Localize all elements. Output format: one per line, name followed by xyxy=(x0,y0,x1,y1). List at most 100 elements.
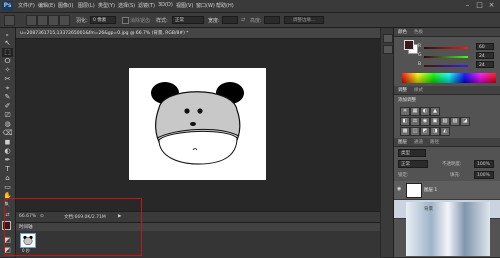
curves-adjust-icon[interactable]: ◐ xyxy=(420,107,430,116)
pen-tool-icon[interactable]: ✒ xyxy=(2,156,13,165)
hue-sat-adjust-icon[interactable]: ⚖ xyxy=(410,117,420,126)
antialias-checkbox[interactable] xyxy=(122,17,129,24)
maximize-button[interactable]: □ xyxy=(474,1,485,10)
status-info-icon[interactable]: ⊙ xyxy=(40,214,44,219)
tab-adjustments[interactable]: 调整 xyxy=(398,87,407,93)
document-tab[interactable]: u=2087361715,1337265001&fm=26&gp=0.jpg @… xyxy=(16,28,380,39)
new-selection-icon[interactable] xyxy=(26,15,37,26)
eye-icon[interactable]: ◉ xyxy=(397,186,401,192)
menu-edit[interactable]: 编辑(E) xyxy=(38,2,55,9)
gradient-icon[interactable]: ◼ xyxy=(2,138,13,147)
marquee-tool-icon[interactable]: ⬚ xyxy=(2,48,13,57)
properties-panel-icon[interactable] xyxy=(383,45,393,54)
swap-dimensions-icon[interactable]: ⇄ xyxy=(241,17,245,23)
blue-slider[interactable] xyxy=(424,65,468,67)
move-tool-icon[interactable]: ↖ xyxy=(2,39,13,48)
vibrance-adjust-icon[interactable]: ◧ xyxy=(400,117,410,126)
dodge-icon[interactable]: ◐ xyxy=(2,147,13,156)
selective-color-adjust-icon[interactable]: ◭ xyxy=(440,127,450,136)
tab-channels[interactable]: 通道 xyxy=(414,139,423,145)
layer-filter-kind[interactable]: 类型 xyxy=(398,149,426,157)
close-button[interactable]: × xyxy=(486,1,497,10)
menu-select[interactable]: 选择(S) xyxy=(118,2,135,9)
foreground-color-swatch[interactable] xyxy=(2,221,11,230)
color-lookup-adjust-icon[interactable]: ◪ xyxy=(460,117,470,126)
add-selection-icon[interactable] xyxy=(37,15,48,26)
opacity-input[interactable]: 100% xyxy=(474,160,494,168)
screen-mode-icon[interactable]: ◩ xyxy=(2,246,13,255)
tab-color[interactable]: 颜色 xyxy=(398,29,407,35)
menu-window[interactable]: 窗口(W) xyxy=(196,2,215,9)
hand-tool-icon[interactable]: ✋ xyxy=(2,192,13,201)
history-brush-icon[interactable]: ◍ xyxy=(2,120,13,129)
blend-mode-select[interactable]: 正常 xyxy=(398,160,428,168)
green-slider[interactable] xyxy=(424,56,468,58)
menu-3d[interactable]: 3D(D) xyxy=(158,2,173,8)
path-select-icon[interactable]: ⌂ xyxy=(2,174,13,183)
zoom-tool-icon[interactable]: 🔍 xyxy=(2,201,13,210)
green-input[interactable]: 24 xyxy=(476,52,494,59)
magic-wand-icon[interactable]: ✧ xyxy=(2,66,13,75)
threshold-adjust-icon[interactable]: ◩ xyxy=(420,127,430,136)
foreground-color-chip[interactable] xyxy=(404,40,414,50)
color-balance-adjust-icon[interactable]: ◉ xyxy=(420,117,430,126)
red-slider[interactable] xyxy=(424,47,468,49)
healing-brush-icon[interactable]: ✎ xyxy=(2,93,13,102)
levels-adjust-icon[interactable]: ▦ xyxy=(410,107,420,116)
red-input[interactable]: 60 xyxy=(476,43,494,50)
posterize-adjust-icon[interactable]: ◫ xyxy=(410,127,420,136)
layer-row[interactable]: 背景 xyxy=(394,200,500,256)
brush-tool-icon[interactable]: ✐ xyxy=(2,102,13,111)
clone-stamp-icon[interactable]: ⎚ xyxy=(2,111,13,120)
invert-adjust-icon[interactable]: ▩ xyxy=(400,127,410,136)
feather-input[interactable]: 0 像素 xyxy=(90,16,116,24)
quick-mask-icon[interactable]: ◩ xyxy=(2,236,13,245)
subtract-selection-icon[interactable] xyxy=(48,15,59,26)
width-input[interactable] xyxy=(222,16,238,24)
refine-edge-button[interactable]: 调整边缘... xyxy=(284,16,324,24)
menu-help[interactable]: 帮助(H) xyxy=(216,2,234,9)
tab-paths[interactable]: 路径 xyxy=(430,139,439,145)
lasso-tool-icon[interactable]: ⵔ xyxy=(2,57,13,66)
eraser-icon[interactable]: ⌫ xyxy=(2,129,13,138)
exposure-adjust-icon[interactable]: ▲ xyxy=(430,107,440,116)
tab-swatches[interactable]: 色板 xyxy=(414,29,423,35)
brightness-adjust-icon[interactable]: ☀ xyxy=(400,107,410,116)
eyedropper-icon[interactable]: ⌖ xyxy=(2,84,13,93)
zoom-level[interactable]: 66.67% xyxy=(19,214,36,219)
intersect-selection-icon[interactable] xyxy=(59,15,70,26)
shape-tool-icon[interactable]: ▭ xyxy=(2,183,13,192)
blue-input[interactable]: 24 xyxy=(476,61,494,68)
menu-layer[interactable]: 图层(L) xyxy=(78,2,95,9)
type-tool-icon[interactable]: T xyxy=(2,165,13,174)
black-white-adjust-icon[interactable]: ▣ xyxy=(430,117,440,126)
menu-file[interactable]: 文件(F) xyxy=(18,2,35,9)
photo-filter-adjust-icon[interactable]: ▧ xyxy=(440,117,450,126)
layer-row[interactable]: ◉ 图层 1 xyxy=(394,181,500,200)
channel-mixer-adjust-icon[interactable]: ▨ xyxy=(450,117,460,126)
style-select[interactable]: 正常 xyxy=(172,16,204,24)
tab-layers[interactable]: 图层 xyxy=(398,139,407,145)
color-spectrum-bar[interactable] xyxy=(402,73,496,83)
marquee-preset-icon[interactable] xyxy=(4,15,15,26)
swap-colors-icon[interactable]: ⇄ xyxy=(2,211,13,220)
tab-styles[interactable]: 样式 xyxy=(414,87,423,93)
status-arrow-icon[interactable]: ▶ xyxy=(118,214,121,219)
minimize-button[interactable]: – xyxy=(462,1,473,10)
menu-view[interactable]: 视图(V) xyxy=(176,2,193,9)
fill-input[interactable]: 100% xyxy=(474,171,494,179)
crop-tool-icon[interactable]: ✂ xyxy=(2,75,13,84)
menu-type[interactable]: 类型(Y) xyxy=(98,2,115,9)
document-image[interactable] xyxy=(129,68,266,180)
frame-delay[interactable]: 0 秒 xyxy=(22,248,30,254)
menu-filter[interactable]: 滤镜(T) xyxy=(138,2,155,9)
history-panel-icon[interactable] xyxy=(383,34,393,43)
height-input[interactable] xyxy=(264,16,280,24)
menu-image[interactable]: 图像(I) xyxy=(58,2,73,9)
layer-name[interactable]: 图层 1 xyxy=(424,187,437,193)
animation-frame[interactable] xyxy=(20,233,36,248)
toolbar-collapse-icon[interactable]: ▸ xyxy=(2,30,13,39)
photoshop-logo: Ps xyxy=(2,1,13,11)
layer-name[interactable]: 背景 xyxy=(424,206,433,212)
gradient-map-adjust-icon[interactable]: ◨ xyxy=(430,127,440,136)
